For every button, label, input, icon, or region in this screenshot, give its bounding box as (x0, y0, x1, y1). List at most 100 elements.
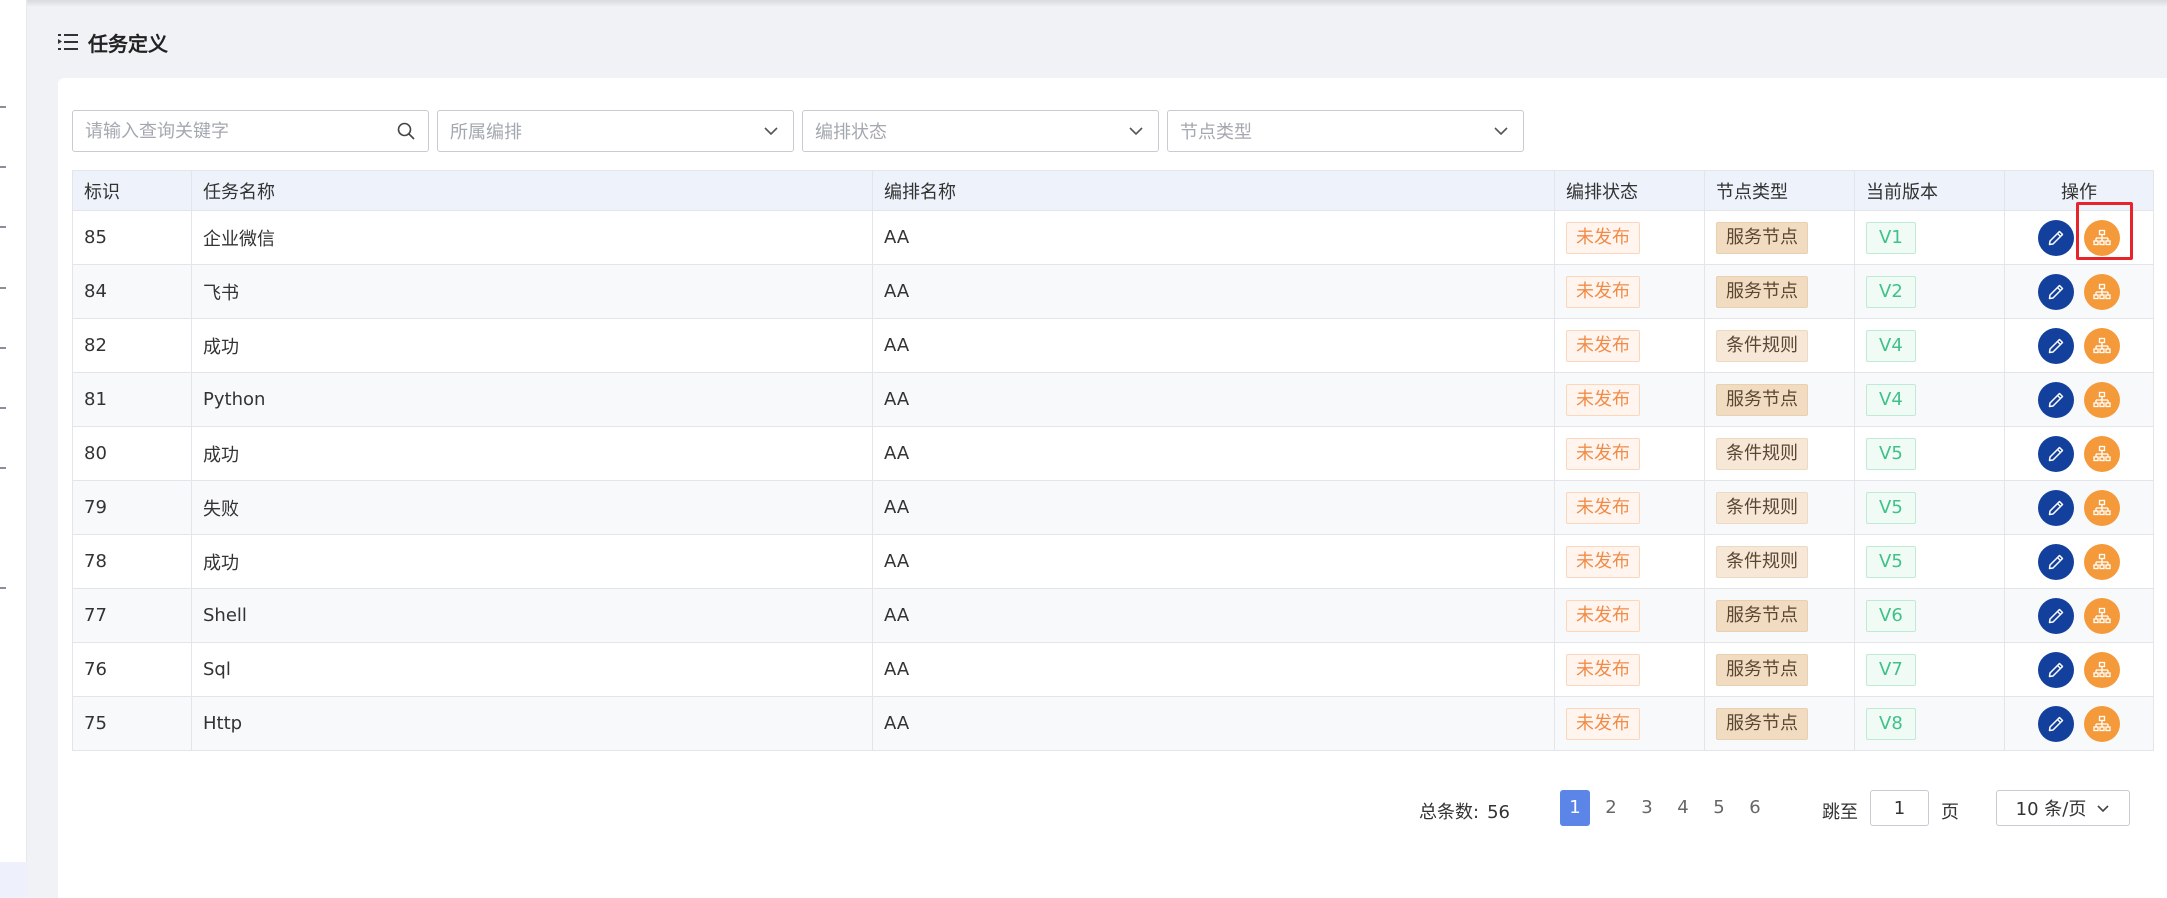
node-type-select[interactable]: 节点类型 (1167, 110, 1524, 152)
orchestration-button[interactable] (2084, 327, 2120, 364)
orchestration-button[interactable] (2084, 705, 2120, 742)
cell-status: 未发布 (1554, 480, 1705, 535)
edit-button[interactable] (2038, 651, 2074, 688)
orchestration-button[interactable] (2084, 597, 2120, 634)
table-row[interactable]: 80 成功 AA 未发布 条件规则 V5 (72, 426, 2154, 481)
page-6[interactable]: 6 (1740, 790, 1770, 826)
table-row[interactable]: 85 企业微信 AA 未发布 服务节点 V1 (72, 210, 2154, 265)
cell-orchestration: AA (872, 588, 1555, 643)
node-type-badge: 条件规则 (1716, 437, 1808, 470)
org-chart-icon (2093, 607, 2111, 623)
cell-actions (2004, 480, 2154, 535)
cell-orchestration: AA (872, 480, 1555, 535)
cell-orchestration: AA (872, 264, 1555, 319)
status-badge: 未发布 (1566, 545, 1640, 578)
orchestration-button[interactable] (2084, 489, 2120, 526)
edit-button[interactable] (2038, 489, 2074, 526)
sidebar-mark (0, 287, 6, 289)
cell-node-type: 服务节点 (1704, 642, 1855, 697)
page-5[interactable]: 5 (1704, 790, 1734, 826)
edit-button[interactable] (2038, 705, 2074, 742)
node-type-badge: 条件规则 (1716, 545, 1808, 578)
edit-button[interactable] (2038, 273, 2074, 310)
cell-status: 未发布 (1554, 642, 1705, 697)
page-4[interactable]: 4 (1668, 790, 1698, 826)
node-type-badge: 服务节点 (1716, 707, 1808, 740)
edit-button[interactable] (2038, 381, 2074, 418)
page-2[interactable]: 2 (1596, 790, 1626, 826)
edit-button[interactable] (2038, 219, 2074, 256)
org-chart-icon (2093, 445, 2111, 461)
col-version-header[interactable]: 当前版本 (1854, 170, 2005, 211)
cell-status: 未发布 (1554, 426, 1705, 481)
orchestration-button[interactable] (2084, 651, 2120, 688)
edit-button[interactable] (2038, 543, 2074, 580)
col-task-name-header[interactable]: 任务名称 (191, 170, 873, 211)
orchestration-button[interactable] (2084, 435, 2120, 472)
cell-orchestration: AA (872, 318, 1555, 373)
edit-button[interactable] (2038, 597, 2074, 634)
indent-list-icon[interactable] (58, 33, 78, 51)
cell-version: V4 (1854, 318, 2005, 373)
sidebar-mark (0, 347, 6, 349)
cell-id: 80 (72, 426, 192, 481)
cell-version: V1 (1854, 210, 2005, 265)
orchestration-select[interactable]: 所属编排 (437, 110, 794, 152)
version-badge: V5 (1866, 437, 1916, 470)
org-chart-icon (2093, 553, 2111, 569)
cell-orchestration: AA (872, 372, 1555, 427)
jump-page-input[interactable] (1870, 790, 1929, 826)
orchestration-button[interactable] (2084, 219, 2120, 256)
edit-button[interactable] (2038, 327, 2074, 364)
cell-id: 85 (72, 210, 192, 265)
page-3[interactable]: 3 (1632, 790, 1662, 826)
table-row[interactable]: 84 飞书 AA 未发布 服务节点 V2 (72, 264, 2154, 319)
cell-version: V5 (1854, 426, 2005, 481)
version-badge: V4 (1866, 329, 1916, 362)
table-row[interactable]: 76 Sql AA 未发布 服务节点 V7 (72, 642, 2154, 697)
search-icon[interactable] (396, 121, 416, 141)
status-badge: 未发布 (1566, 491, 1640, 524)
cell-orchestration: AA (872, 696, 1555, 751)
orchestration-button[interactable] (2084, 273, 2120, 310)
page-size-select[interactable]: 10 条/页 (1996, 790, 2130, 826)
version-badge: V6 (1866, 599, 1916, 632)
cell-status: 未发布 (1554, 372, 1705, 427)
table-row[interactable]: 77 Shell AA 未发布 服务节点 V6 (72, 588, 2154, 643)
pencil-icon (2048, 554, 2064, 569)
sidebar-active-item[interactable] (0, 862, 27, 898)
pencil-icon (2048, 500, 2064, 515)
col-node-type-header[interactable]: 节点类型 (1704, 170, 1855, 211)
col-orchestration-header[interactable]: 编排名称 (872, 170, 1555, 211)
table-row[interactable]: 81 Python AA 未发布 服务节点 V4 (72, 372, 2154, 427)
table-row[interactable]: 78 成功 AA 未发布 条件规则 V5 (72, 534, 2154, 589)
cell-node-type: 条件规则 (1704, 318, 1855, 373)
table-row[interactable]: 75 Http AA 未发布 服务节点 V8 (72, 696, 2154, 751)
node-type-badge: 服务节点 (1716, 599, 1808, 632)
node-type-badge: 服务节点 (1716, 653, 1808, 686)
pencil-icon (2048, 662, 2064, 677)
cell-version: V5 (1854, 480, 2005, 535)
page-header: 任务定义 (58, 26, 168, 58)
search-field[interactable] (72, 110, 429, 152)
cell-status: 未发布 (1554, 210, 1705, 265)
pencil-icon (2048, 392, 2064, 407)
col-status-header[interactable]: 编排状态 (1554, 170, 1705, 211)
orchestration-button[interactable] (2084, 381, 2120, 418)
org-chart-icon (2093, 283, 2111, 299)
page-title: 任务定义 (88, 31, 168, 56)
cell-id: 81 (72, 372, 192, 427)
org-chart-icon (2093, 715, 2111, 731)
table-row[interactable]: 79 失败 AA 未发布 条件规则 V5 (72, 480, 2154, 535)
page-1[interactable]: 1 (1560, 790, 1590, 826)
cell-actions (2004, 642, 2154, 697)
version-badge: V5 (1866, 545, 1916, 578)
orchestration-button[interactable] (2084, 543, 2120, 580)
search-input[interactable] (85, 120, 396, 142)
status-select[interactable]: 编排状态 (802, 110, 1159, 152)
cell-id: 77 (72, 588, 192, 643)
col-id-header[interactable]: 标识 (72, 170, 192, 211)
collapsed-sidebar[interactable] (0, 0, 27, 898)
table-row[interactable]: 82 成功 AA 未发布 条件规则 V4 (72, 318, 2154, 373)
edit-button[interactable] (2038, 435, 2074, 472)
